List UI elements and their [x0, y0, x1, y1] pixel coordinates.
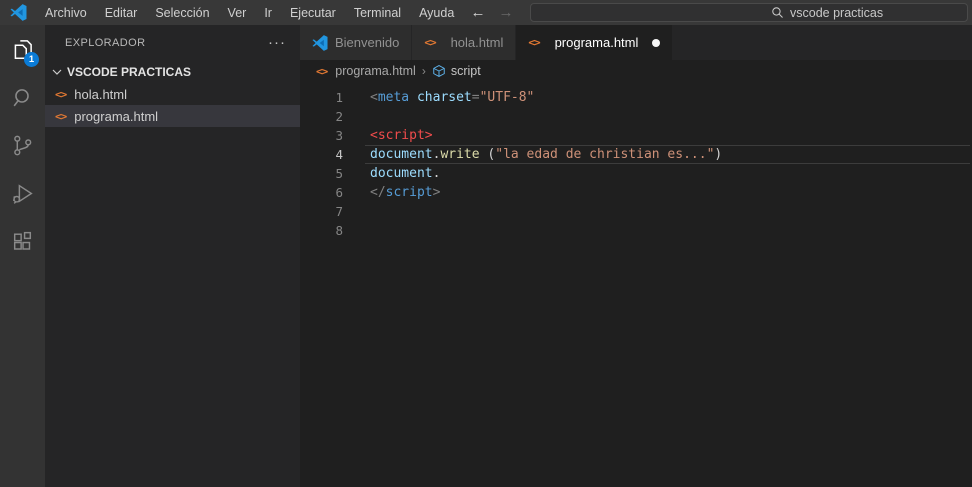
- extensions-icon[interactable]: [0, 217, 45, 265]
- app-logo: [0, 4, 36, 21]
- html-file-icon: <>: [55, 110, 66, 123]
- code-line-6[interactable]: 6</script>: [300, 183, 972, 202]
- file-item-programa.html[interactable]: <> programa.html: [45, 105, 300, 127]
- more-actions-icon[interactable]: ···: [264, 36, 290, 50]
- code-line-8[interactable]: 8: [300, 221, 972, 240]
- code-line-5[interactable]: 5document.: [300, 164, 972, 183]
- tab-bar: Bienvenido <> hola.html <> programa.html: [300, 25, 972, 60]
- source-control-icon[interactable]: [0, 121, 45, 169]
- explorer-badge: 1: [24, 52, 39, 67]
- tab-programa.html[interactable]: <> programa.html: [516, 25, 673, 60]
- line-number: 4: [300, 147, 343, 162]
- line-number: 5: [300, 166, 343, 181]
- html-file-icon: <>: [528, 36, 539, 49]
- menu-terminal[interactable]: Terminal: [345, 0, 410, 25]
- line-number: 2: [300, 109, 343, 124]
- line-number: 1: [300, 90, 343, 105]
- tab-label: Bienvenido: [335, 35, 399, 50]
- tab-label: hola.html: [451, 35, 504, 50]
- search-view-icon[interactable]: [0, 73, 45, 121]
- navigate-back-button[interactable]: ←: [466, 0, 490, 25]
- line-number: 8: [300, 223, 343, 238]
- vscode-window: ArchivoEditarSelecciónVerIrEjecutarTermi…: [0, 0, 972, 487]
- breadcrumb: <> programa.html › script: [300, 60, 972, 82]
- editor-group: Bienvenido <> hola.html <> programa.html…: [300, 25, 972, 487]
- menu-seleccion[interactable]: Selección: [146, 0, 218, 25]
- line-number: 7: [300, 204, 343, 219]
- file-name: programa.html: [74, 109, 158, 124]
- run-and-debug-icon[interactable]: [0, 169, 45, 217]
- chevron-down-icon: [49, 64, 65, 80]
- code-editor[interactable]: 1<meta charset="UTF-8"23<script>4documen…: [300, 85, 972, 487]
- search-icon: [771, 6, 784, 19]
- menu-editar[interactable]: Editar: [96, 0, 147, 25]
- folder-root[interactable]: VSCODE PRACTICAS: [45, 61, 300, 83]
- sidebar-explorer: EXPLORADOR ··· VSCODE PRACTICAS <> hola.…: [45, 25, 300, 487]
- title-bar: ArchivoEditarSelecciónVerIrEjecutarTermi…: [0, 0, 972, 25]
- tab-label: programa.html: [555, 35, 639, 50]
- menu-ver[interactable]: Ver: [219, 0, 256, 25]
- line-number: 6: [300, 185, 343, 200]
- explorer-icon[interactable]: 1: [0, 25, 45, 73]
- code-line-7[interactable]: 7: [300, 202, 972, 221]
- navigate-forward-button[interactable]: →: [494, 0, 518, 25]
- file-list: <> hola.html <> programa.html: [45, 83, 300, 127]
- vscode-logo-icon: [10, 4, 27, 21]
- file-tree: VSCODE PRACTICAS <> hola.html <> program…: [45, 60, 300, 127]
- html-file-icon: <>: [424, 36, 435, 49]
- menu-ayuda[interactable]: Ayuda: [410, 0, 463, 25]
- code-text: <meta charset="UTF-8": [343, 90, 534, 105]
- code-line-2[interactable]: 2: [300, 107, 972, 126]
- sidebar-header: EXPLORADOR ···: [45, 25, 300, 60]
- line-number: 3: [300, 128, 343, 143]
- folder-name: VSCODE PRACTICAS: [67, 65, 191, 79]
- tab-hola.html[interactable]: <> hola.html: [412, 25, 516, 60]
- search-value: vscode practicas: [790, 6, 883, 20]
- code-line-1[interactable]: 1<meta charset="UTF-8": [300, 88, 972, 107]
- code-text: document.write ("la edad de christian es…: [343, 147, 722, 162]
- unsaved-changes-dot[interactable]: [652, 39, 660, 47]
- menu-ejecutar[interactable]: Ejecutar: [281, 0, 345, 25]
- menu-ir[interactable]: Ir: [255, 0, 281, 25]
- breadcrumb-symbol[interactable]: script: [451, 64, 481, 78]
- menu-bar: ArchivoEditarSelecciónVerIrEjecutarTermi…: [36, 0, 463, 25]
- tab-bienvenido[interactable]: Bienvenido: [300, 25, 412, 60]
- menu-archivo[interactable]: Archivo: [36, 0, 96, 25]
- code-text: </script>: [343, 185, 440, 200]
- symbol-script-icon: [432, 64, 446, 78]
- activity-bar: 1: [0, 25, 45, 487]
- code-text: document.: [343, 166, 440, 181]
- breadcrumb-file[interactable]: programa.html: [335, 64, 416, 78]
- vscode-logo-icon: [312, 35, 328, 51]
- code-line-3[interactable]: 3<script>: [300, 126, 972, 145]
- code-line-4[interactable]: 4document.write ("la edad de christian e…: [300, 145, 972, 164]
- code-text: <script>: [343, 128, 433, 143]
- file-name: hola.html: [74, 87, 127, 102]
- html-file-icon: <>: [55, 88, 66, 101]
- breadcrumb-separator: ›: [422, 64, 426, 78]
- command-center-search[interactable]: vscode practicas: [530, 3, 968, 22]
- file-item-hola.html[interactable]: <> hola.html: [45, 83, 300, 105]
- sidebar-title: EXPLORADOR: [65, 37, 264, 49]
- html-file-icon: <>: [316, 65, 327, 78]
